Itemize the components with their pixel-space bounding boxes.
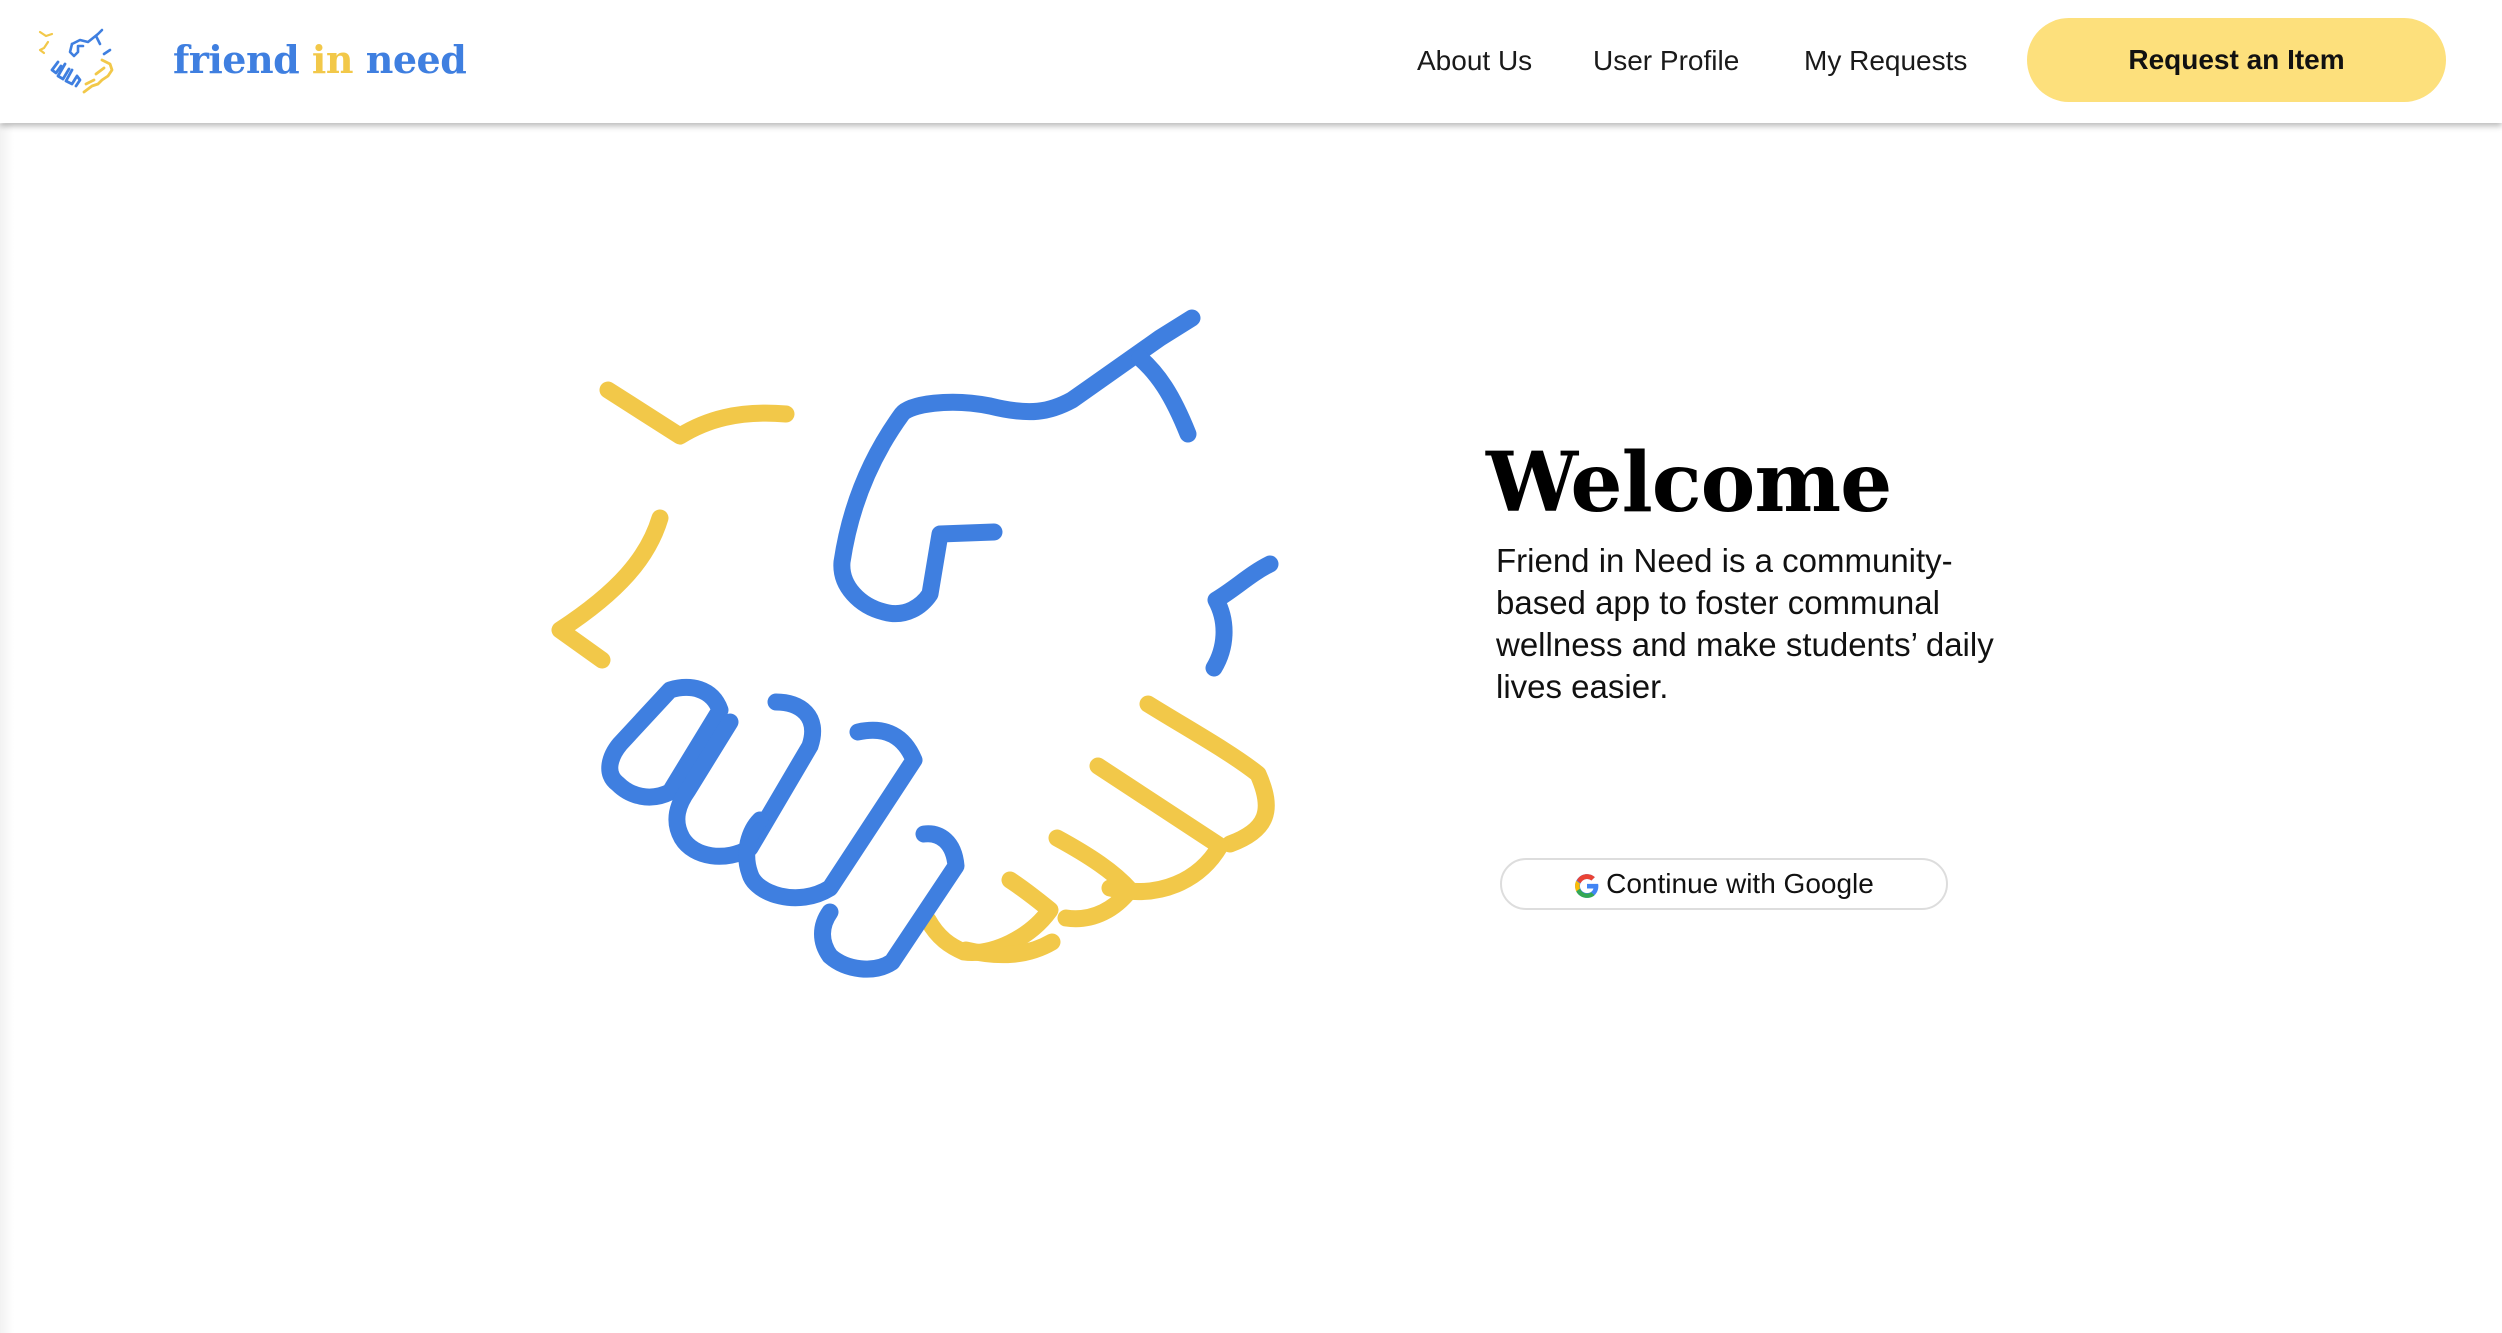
top-navbar: friend in need About Us User Profile My … <box>0 0 2502 123</box>
brand-word-in: in <box>311 37 354 82</box>
app-description: Friend in Need is a community-based app … <box>1496 542 1994 705</box>
page: friend in need About Us User Profile My … <box>0 0 2502 1333</box>
google-button-label: Continue with Google <box>1606 868 1874 899</box>
request-item-button[interactable]: Request an Item <box>2027 18 2446 102</box>
left-edge-shadow <box>0 124 14 1333</box>
google-icon <box>1575 874 1599 898</box>
nav-link-my-requests[interactable]: My Requests <box>1804 38 1967 84</box>
brand-word-friend: friend <box>173 37 300 82</box>
welcome-title: Welcome <box>1486 434 1892 531</box>
brand-word-need: need <box>365 37 467 82</box>
nav-link-user-profile[interactable]: User Profile <box>1593 38 1739 84</box>
brand-wordmark[interactable]: friend in need <box>173 30 467 90</box>
handshake-logo-icon[interactable] <box>36 18 124 100</box>
handshake-illustration-icon <box>551 309 1279 978</box>
continue-with-google-button[interactable]: Continue with Google <box>1500 858 1948 910</box>
nav-link-about-us[interactable]: About Us <box>1417 38 1532 84</box>
